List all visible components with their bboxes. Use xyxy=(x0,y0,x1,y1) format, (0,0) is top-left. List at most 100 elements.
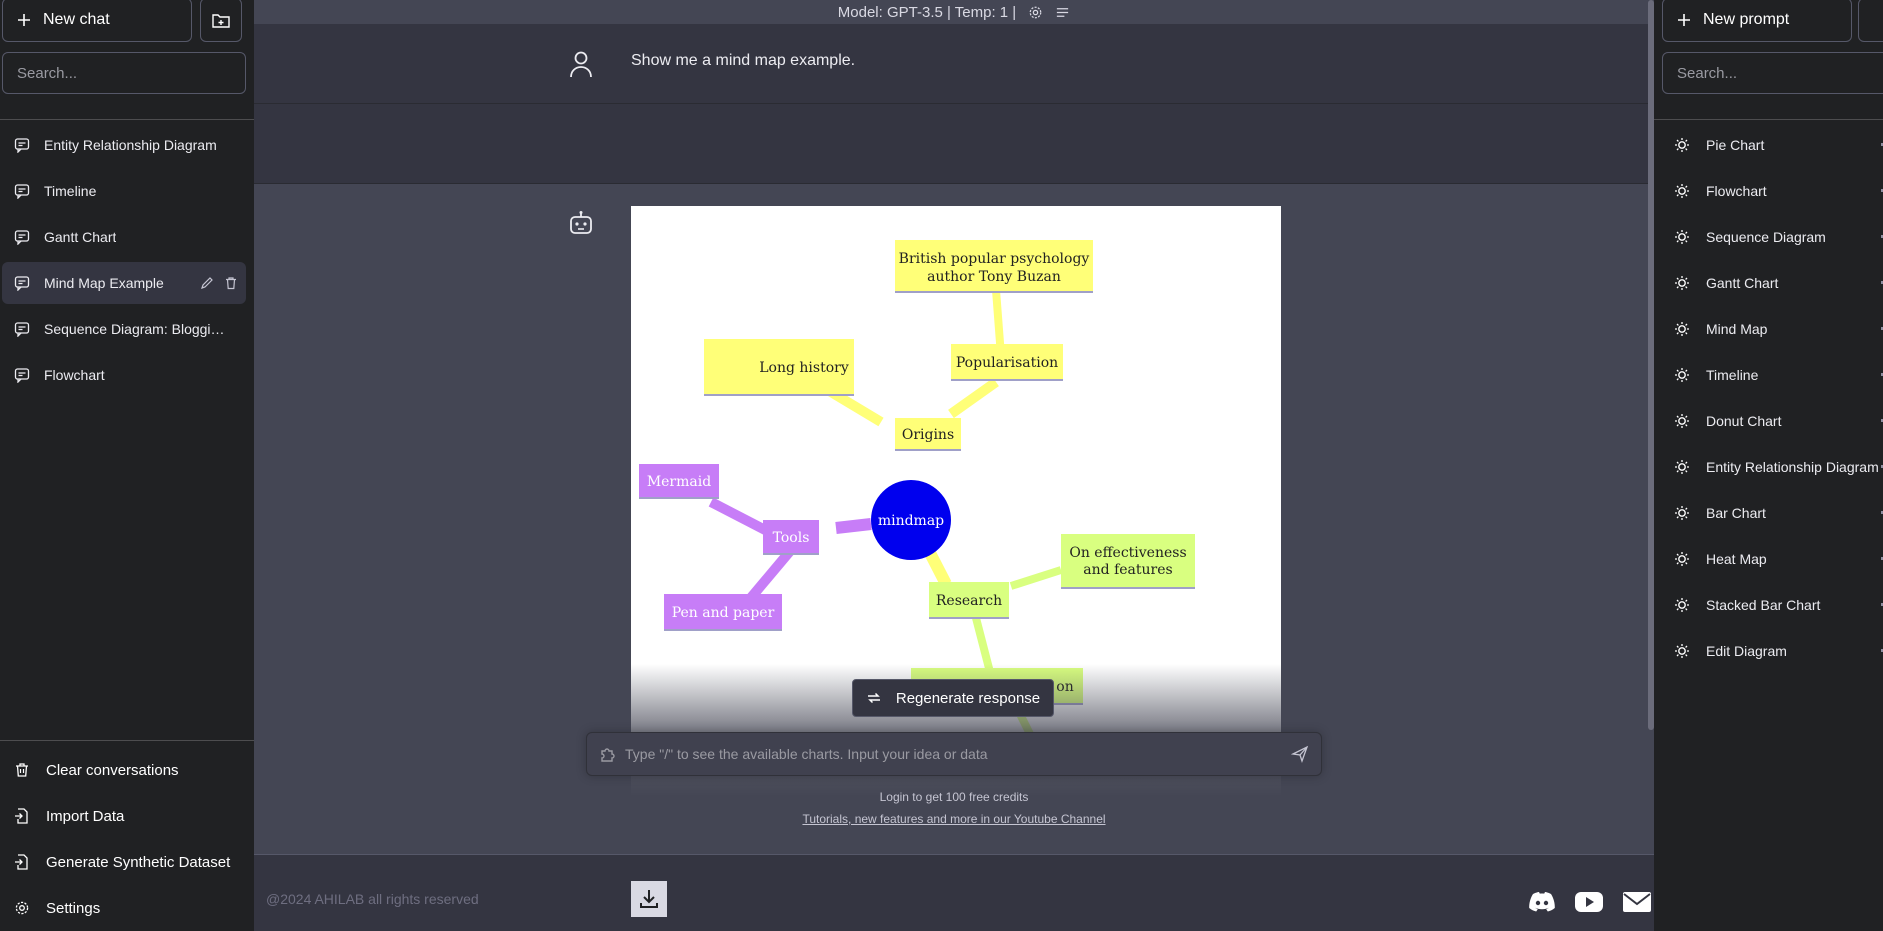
new-prompt-button[interactable]: New prompt xyxy=(1662,0,1852,42)
regenerate-response-button[interactable]: Regenerate response xyxy=(852,679,1054,717)
generate-synthetic-dataset-label: Generate Synthetic Dataset xyxy=(46,853,231,871)
login-credits-note: Login to get 100 free credits xyxy=(879,790,1029,804)
assistant-message-row: Origins Long history Popularisation Brit… xyxy=(254,184,1654,854)
left-sidebar-header: New chat xyxy=(0,0,254,120)
chat-input[interactable] xyxy=(617,733,1291,775)
folder-plus-icon xyxy=(212,12,230,28)
new-prompt-folder-button[interactable] xyxy=(1858,0,1883,42)
lightbulb-icon xyxy=(1674,367,1690,383)
chat-bubble-icon xyxy=(14,183,30,199)
edge-origins-popularisation xyxy=(948,377,999,419)
conversation-item[interactable]: Gantt Chart xyxy=(2,216,246,258)
prompt-item[interactable]: Stacked Bar Chart xyxy=(1662,584,1883,626)
pencil-icon[interactable] xyxy=(200,276,214,290)
lightbulb-icon xyxy=(1674,643,1690,659)
youtube-tutorial-link[interactable]: Tutorials, new features and more in our … xyxy=(254,812,1654,826)
lightbulb-icon xyxy=(1674,597,1690,613)
copyright-text: @2024 AHILAB all rights reserved xyxy=(266,891,479,907)
discord-icon[interactable] xyxy=(1528,891,1556,913)
prompt-search-input[interactable] xyxy=(1662,52,1883,94)
node-tools-label: Tools xyxy=(773,530,810,546)
edge-tools-mermaid xyxy=(708,497,774,538)
node-popularisation-label: Popularisation xyxy=(956,355,1058,371)
chat-input-container xyxy=(586,732,1322,776)
trash-icon xyxy=(14,762,30,778)
new-folder-button[interactable] xyxy=(200,0,242,42)
file-import-icon xyxy=(14,854,30,870)
prompt-label: Donut Chart xyxy=(1706,413,1782,429)
send-icon[interactable] xyxy=(1291,745,1309,763)
node-effectiveness-label-line1: On effectiveness xyxy=(1069,545,1186,561)
lightbulb-icon xyxy=(1674,321,1690,337)
clear-conversations-button[interactable]: Clear conversations xyxy=(0,747,254,793)
left-sidebar: New chat Entity Relationship Diagram Tim… xyxy=(0,0,254,931)
prompt-item[interactable]: Timeline xyxy=(1662,354,1883,396)
model-info-text: Model: GPT-3.5 | Temp: 1 | xyxy=(837,3,1017,21)
prompt-label: Heat Map xyxy=(1706,551,1767,567)
social-links xyxy=(1528,891,1652,913)
settings-label: Settings xyxy=(46,899,101,917)
prompt-item[interactable]: Sequence Diagram xyxy=(1662,216,1883,258)
right-sidebar-prompts: New prompt Pie Chart Flowchart Sequence … xyxy=(1654,0,1883,931)
conversation-list: Entity Relationship Diagram Timeline Gan… xyxy=(2,124,246,400)
conversation-label: Sequence Diagram: Blogging ... xyxy=(44,321,230,337)
prompt-item[interactable]: Donut Chart xyxy=(1662,400,1883,442)
lightbulb-icon xyxy=(1674,459,1690,475)
prompt-item[interactable]: Mind Map xyxy=(1662,308,1883,350)
chat-bubble-icon xyxy=(14,137,30,153)
gear-icon[interactable] xyxy=(1028,5,1043,20)
node-pen-paper-label: Pen and paper xyxy=(672,605,775,621)
model-info-bar: Model: GPT-3.5 | Temp: 1 | xyxy=(254,0,1654,24)
conversation-label: Mind Map Example xyxy=(44,275,164,291)
trash-icon[interactable] xyxy=(224,276,238,290)
file-import-icon xyxy=(14,808,30,824)
menu-lines-icon[interactable] xyxy=(1055,5,1070,20)
mail-icon[interactable] xyxy=(1622,891,1652,913)
prompt-item[interactable]: Edit Diagram xyxy=(1662,630,1883,672)
prompt-item[interactable]: Bar Chart xyxy=(1662,492,1883,534)
prompt-item[interactable]: Entity Relationship Diagram xyxy=(1662,446,1883,488)
youtube-icon[interactable] xyxy=(1574,891,1604,913)
conversation-actions xyxy=(200,262,238,304)
user-message-row: Show me a mind map example. xyxy=(254,24,1654,104)
prompt-label: Flowchart xyxy=(1706,183,1767,199)
conversation-search-input[interactable] xyxy=(2,52,246,94)
regenerate-response-label: Regenerate response xyxy=(895,689,1041,707)
user-message-text: Show me a mind map example. xyxy=(631,52,856,69)
node-long-history-label: Long history xyxy=(759,360,849,376)
conversation-item[interactable]: Timeline xyxy=(2,170,246,212)
node-buzan-label-line1: British popular psychology xyxy=(899,251,1090,267)
new-chat-button[interactable]: New chat xyxy=(2,0,192,42)
generate-synthetic-dataset-button[interactable]: Generate Synthetic Dataset xyxy=(0,839,254,885)
conversation-item[interactable]: Flowchart xyxy=(2,354,246,396)
import-data-button[interactable]: Import Data xyxy=(0,793,254,839)
prompt-item[interactable]: Gantt Chart xyxy=(1662,262,1883,304)
node-effectiveness xyxy=(1061,534,1195,588)
conversation-label: Flowchart xyxy=(44,367,105,383)
node-research-label: Research xyxy=(936,593,1002,609)
prompt-label: Edit Diagram xyxy=(1706,643,1787,659)
prompt-label: Entity Relationship Diagram xyxy=(1706,459,1879,475)
prompt-item[interactable]: Heat Map xyxy=(1662,538,1883,580)
prompt-item[interactable]: Pie Chart xyxy=(1662,124,1883,166)
clear-conversations-label: Clear conversations xyxy=(46,761,179,779)
conversation-item-active[interactable]: Mind Map Example xyxy=(2,262,246,304)
prompt-label: Bar Chart xyxy=(1706,505,1766,521)
chat-bubble-icon xyxy=(14,275,30,291)
lightbulb-icon xyxy=(1674,183,1690,199)
download-button[interactable] xyxy=(631,881,667,917)
chat-bubble-icon xyxy=(14,367,30,383)
left-sidebar-footer: Clear conversations Import Data Generate… xyxy=(0,740,254,931)
prompt-item[interactable]: Flowchart xyxy=(1662,170,1883,212)
new-chat-label: New chat xyxy=(43,11,110,28)
conversation-item[interactable]: Sequence Diagram: Blogging ... xyxy=(2,308,246,350)
puzzle-plugin-icon[interactable] xyxy=(599,745,617,763)
settings-button[interactable]: Settings xyxy=(0,885,254,931)
new-prompt-label: New prompt xyxy=(1703,11,1790,28)
lightbulb-icon xyxy=(1674,551,1690,567)
conversation-item[interactable]: Entity Relationship Diagram xyxy=(2,124,246,166)
prompt-label: Mind Map xyxy=(1706,321,1768,337)
edge-root-tools xyxy=(835,518,872,534)
chat-main: Model: GPT-3.5 | Temp: 1 | Show me a min… xyxy=(254,0,1654,931)
node-origins-label: Origins xyxy=(902,427,954,443)
